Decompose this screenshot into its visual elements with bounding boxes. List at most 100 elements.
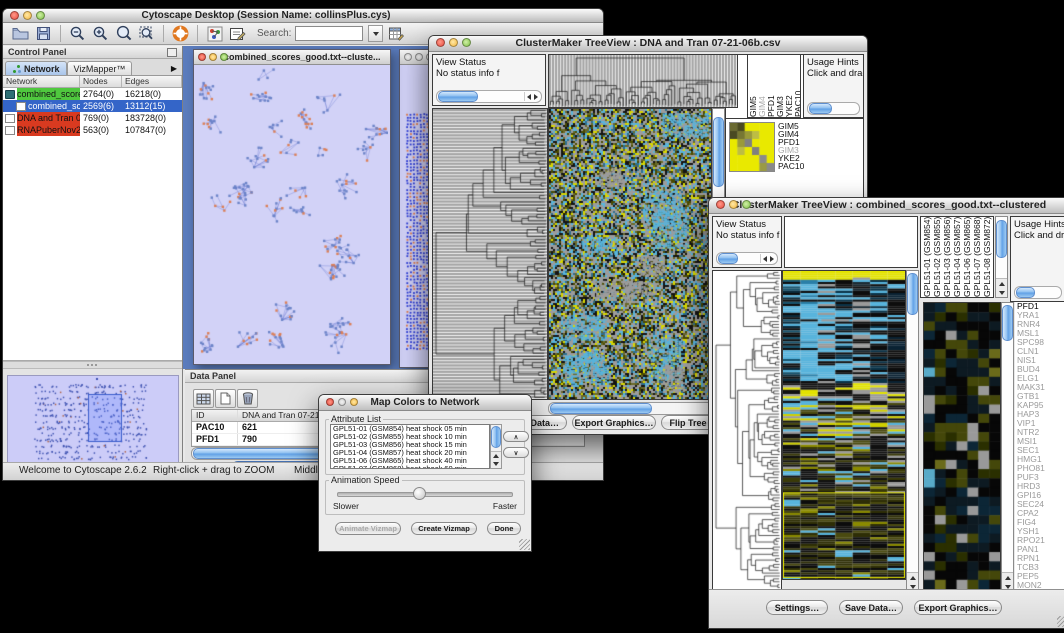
tab-vizmapper[interactable]: VizMapper™ bbox=[67, 61, 133, 75]
treeview1-row-dendrogram[interactable] bbox=[432, 108, 548, 400]
main-window-titlebar[interactable]: Cytoscape Desktop (Session Name: collins… bbox=[3, 9, 603, 23]
zoom-window-button[interactable] bbox=[36, 11, 45, 20]
search-dropdown-button[interactable] bbox=[368, 25, 383, 42]
scrollbar-thumb[interactable] bbox=[718, 253, 738, 264]
minimize-button[interactable] bbox=[23, 11, 32, 20]
scrollbar-thumb[interactable] bbox=[1002, 305, 1013, 341]
treeview1-column-labels[interactable]: GIM5GIM4PFD1GIM3YKE2PAC10 bbox=[747, 54, 801, 118]
scroll-right-icon[interactable] bbox=[770, 256, 774, 262]
create-attribute-button[interactable] bbox=[215, 389, 236, 408]
zoom-window-button[interactable] bbox=[462, 38, 471, 47]
column-edges[interactable]: Edges bbox=[122, 76, 182, 87]
search-input[interactable] bbox=[295, 26, 363, 41]
treeview2-vscrollbar[interactable] bbox=[906, 270, 919, 592]
resize-grip[interactable] bbox=[1057, 616, 1064, 627]
create-vizmap-button[interactable]: Create Vizmap bbox=[411, 522, 477, 535]
animate-vizmap-button[interactable]: Animate Vizmap bbox=[335, 522, 401, 535]
scroll-down-icon[interactable] bbox=[1005, 585, 1011, 589]
attribute-browser-button[interactable] bbox=[387, 24, 406, 43]
treeview2-row-dendrogram[interactable] bbox=[712, 270, 782, 590]
column-label[interactable]: GPL51-01 (GSM854) bbox=[922, 217, 932, 297]
annotation-button[interactable] bbox=[228, 24, 247, 43]
scrollbar-thumb[interactable] bbox=[713, 117, 724, 187]
open-session-button[interactable] bbox=[11, 24, 30, 43]
scroll-right-icon[interactable] bbox=[534, 94, 538, 100]
attribute-list-item[interactable]: GPL51-07 (GSM868) heat shock 60 min bbox=[331, 465, 489, 469]
scroll-down-icon[interactable] bbox=[910, 585, 916, 589]
close-button[interactable] bbox=[716, 200, 725, 209]
network-frame-clustered[interactable]: combined_scores_good.txt--cluste... bbox=[193, 49, 391, 365]
save-data-button[interactable]: Save Data… bbox=[839, 600, 903, 615]
panel-splitter[interactable] bbox=[3, 361, 182, 369]
usage-hints-hscrollbar[interactable] bbox=[807, 102, 860, 115]
column-label[interactable]: GPL51-04 (GSM857) bbox=[952, 217, 962, 297]
treeview1-zoom-matrix[interactable] bbox=[729, 122, 775, 172]
network-table-row[interactable]: RNAPuberNov2+ 563(0) 107847(0) bbox=[3, 124, 182, 136]
scrollbar-thumb[interactable] bbox=[1016, 287, 1035, 298]
column-label[interactable]: GPL51-06 (GSM865) bbox=[962, 217, 972, 297]
close-button[interactable] bbox=[404, 53, 412, 61]
treeview2-column-dendrogram[interactable] bbox=[784, 216, 918, 268]
row-label[interactable]: PAC10 bbox=[778, 162, 834, 170]
help-button[interactable] bbox=[171, 24, 190, 43]
view-status-hscrollbar[interactable] bbox=[716, 252, 778, 265]
close-button[interactable] bbox=[326, 398, 334, 406]
select-attributes-button[interactable] bbox=[193, 389, 214, 408]
attribute-list-vscrollbar[interactable] bbox=[490, 424, 502, 469]
close-button[interactable] bbox=[198, 53, 206, 61]
attribute-list[interactable]: GPL51-01 (GSM854) heat shock 05 minGPL51… bbox=[330, 424, 490, 469]
column-label[interactable]: GPL51-03 (GSM856) bbox=[942, 217, 952, 297]
scroll-up-icon[interactable] bbox=[910, 576, 916, 580]
scroll-up-icon[interactable] bbox=[999, 282, 1005, 286]
close-button[interactable] bbox=[10, 11, 19, 20]
float-panel-icon[interactable] bbox=[167, 48, 177, 57]
treeview2-gene-list[interactable]: PFD1YRA1RNR4MSL1SPC98CLN1NIS1BUD4ELG1MAK… bbox=[1015, 302, 1064, 592]
done-button[interactable]: Done bbox=[487, 522, 521, 535]
network-table-row[interactable]: combined_scores 2764(0) 16218(0) bbox=[3, 88, 182, 100]
delete-attribute-button[interactable] bbox=[237, 389, 258, 408]
column-id[interactable]: ID bbox=[192, 410, 238, 421]
scrollbar-thumb[interactable] bbox=[438, 91, 478, 102]
zoom-fit-button[interactable] bbox=[114, 24, 133, 43]
minimize-button[interactable] bbox=[729, 200, 738, 209]
treeview1-column-dendrogram[interactable] bbox=[548, 54, 738, 108]
treeview2-titlebar[interactable]: ClusterMaker TreeView : combined_scores_… bbox=[709, 198, 1064, 214]
scrollbar-thumb[interactable] bbox=[491, 426, 501, 448]
scrollbar-thumb[interactable] bbox=[550, 403, 652, 414]
scrollbar-thumb[interactable] bbox=[907, 273, 918, 315]
slider-thumb[interactable] bbox=[413, 487, 426, 500]
scroll-left-icon[interactable] bbox=[763, 256, 767, 262]
save-session-button[interactable] bbox=[34, 24, 53, 43]
scroll-down-icon[interactable] bbox=[493, 462, 499, 466]
usage-hints-hscrollbar[interactable] bbox=[1014, 286, 1062, 299]
view-status-hscrollbar[interactable] bbox=[436, 90, 542, 103]
zoom-window-button[interactable] bbox=[350, 398, 358, 406]
minimize-button[interactable] bbox=[209, 53, 217, 61]
treeview1-titlebar[interactable]: ClusterMaker TreeView : DNA and Tran 07-… bbox=[429, 36, 867, 52]
network-frame-titlebar[interactable]: combined_scores_good.txt--cluste... bbox=[194, 50, 390, 65]
zoom-selected-button[interactable] bbox=[137, 24, 156, 43]
treeview2-zoom-heatmap[interactable] bbox=[923, 302, 1001, 590]
scroll-left-icon[interactable] bbox=[527, 94, 531, 100]
zoom-window-button[interactable] bbox=[742, 200, 751, 209]
tab-network[interactable]: Network bbox=[5, 61, 67, 75]
zoom-in-button[interactable] bbox=[91, 24, 110, 43]
close-button[interactable] bbox=[436, 38, 445, 47]
column-label[interactable]: GPL51-07 (GSM868) bbox=[972, 217, 982, 297]
treeview1-heatmap[interactable] bbox=[548, 108, 712, 400]
export-graphics-button[interactable]: Export Graphics… bbox=[914, 600, 1002, 615]
minimize-button[interactable] bbox=[415, 53, 423, 61]
column-label[interactable]: GPL51-08 (GSM872) bbox=[982, 217, 992, 297]
network-view-canvas[interactable] bbox=[194, 65, 388, 363]
settings-button[interactable]: Settings… bbox=[766, 600, 828, 615]
scrollbar-thumb[interactable] bbox=[809, 103, 832, 114]
network-overview-canvas[interactable] bbox=[7, 375, 179, 469]
scrollbar-thumb[interactable] bbox=[996, 220, 1007, 258]
minimize-button[interactable] bbox=[449, 38, 458, 47]
scroll-down-icon[interactable] bbox=[999, 291, 1005, 295]
treeview2-gene-vscrollbar[interactable] bbox=[1001, 302, 1014, 592]
column-network[interactable]: Network bbox=[3, 76, 80, 87]
zoom-window-button[interactable] bbox=[220, 53, 228, 61]
tabs-overflow-button[interactable]: ▶ bbox=[171, 64, 180, 75]
treeview2-heatmap[interactable] bbox=[782, 270, 906, 580]
